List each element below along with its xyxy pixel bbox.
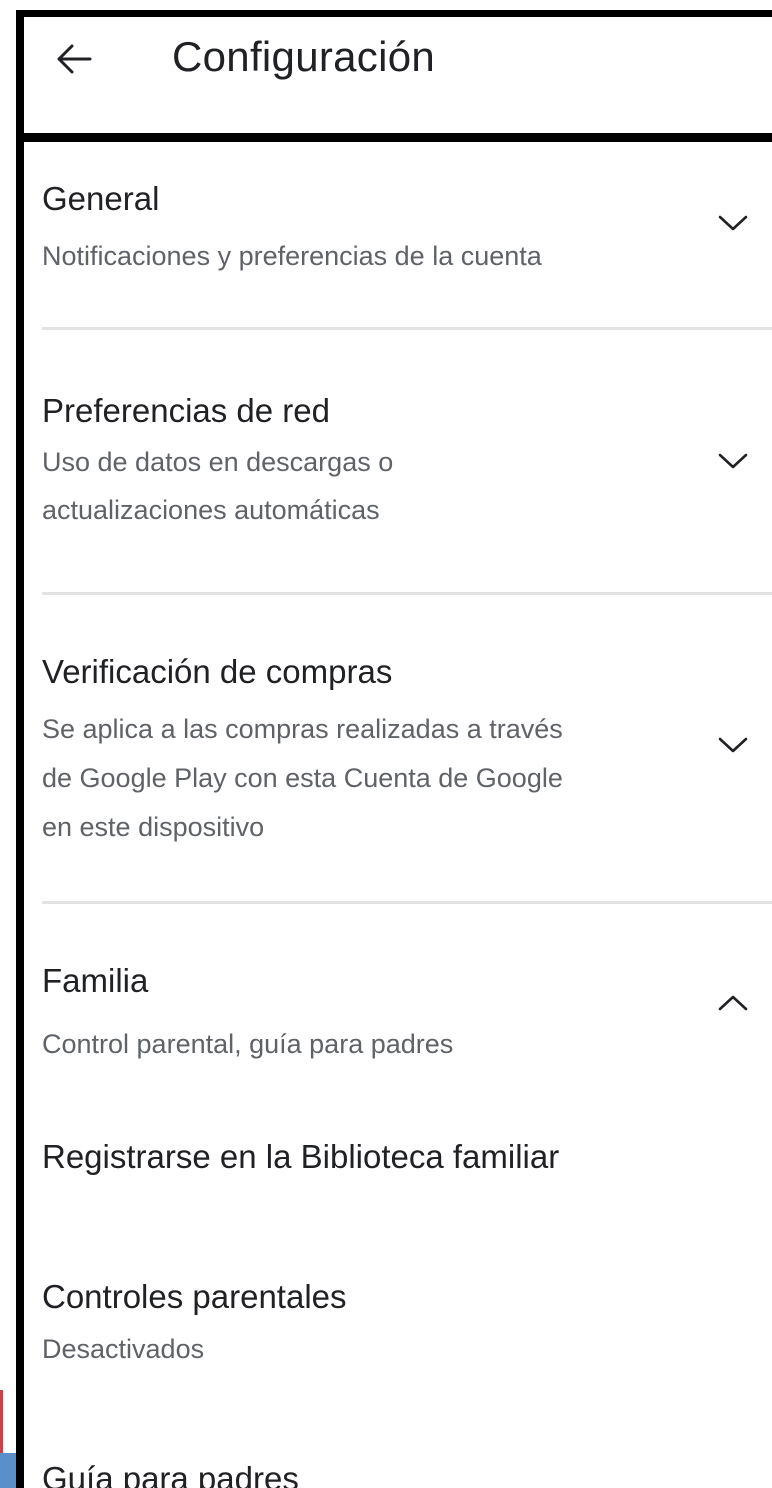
family-library-signup-item[interactable]: Registrarse en la Biblioteca familiar xyxy=(24,1076,772,1176)
chevron-up-icon[interactable] xyxy=(716,992,750,1014)
divider xyxy=(42,592,772,595)
left-margin xyxy=(0,0,16,1488)
chevron-down-icon[interactable] xyxy=(716,734,750,756)
section-network-preferences[interactable]: Preferencias de red Uso de datos en desc… xyxy=(24,332,772,592)
section-title: Preferencias de red xyxy=(42,392,330,429)
item-title: Guía para padres xyxy=(42,1460,299,1488)
chevron-down-icon[interactable] xyxy=(716,450,750,472)
app-bar: Configuración xyxy=(24,17,772,142)
section-subtitle: Notificaciones y preferencias de la cuen… xyxy=(42,241,542,271)
section-title: Familia xyxy=(42,962,149,999)
section-subtitle-line: Se aplica a las compras realizadas a tra… xyxy=(42,714,563,744)
parental-controls-item[interactable]: Controles parentales Desactivados xyxy=(24,1176,772,1364)
item-title: Controles parentales xyxy=(42,1278,347,1315)
chevron-down-icon[interactable] xyxy=(716,212,750,234)
section-title: General xyxy=(42,180,160,217)
arrow-back-icon[interactable] xyxy=(54,39,94,79)
section-purchase-verification[interactable]: Verificación de compras Se aplica a las … xyxy=(24,597,772,901)
parent-guide-item[interactable]: Guía para padres xyxy=(24,1382,772,1488)
section-family[interactable]: Familia Control parental, guía para padr… xyxy=(24,906,772,1076)
section-title: Verificación de compras xyxy=(42,653,393,690)
divider xyxy=(42,901,772,904)
edge-marker-blue xyxy=(0,1453,16,1488)
section-subtitle: Control parental, guía para padres xyxy=(42,1029,454,1059)
item-status: Desactivados xyxy=(42,1334,205,1364)
section-subtitle-line: actualizaciones automáticas xyxy=(42,495,380,525)
section-subtitle-line: de Google Play con esta Cuenta de Google xyxy=(42,763,563,793)
section-subtitle-line: Uso de datos en descargas o xyxy=(42,447,394,477)
item-title: Registrarse en la Biblioteca familiar xyxy=(42,1138,560,1175)
section-subtitle-line: en este dispositivo xyxy=(42,812,265,842)
section-general[interactable]: General Notificaciones y preferencias de… xyxy=(24,142,772,327)
page-title: Configuración xyxy=(172,33,436,80)
divider xyxy=(42,327,772,330)
settings-screen: Configuración General Notificaciones y p… xyxy=(16,10,772,1488)
